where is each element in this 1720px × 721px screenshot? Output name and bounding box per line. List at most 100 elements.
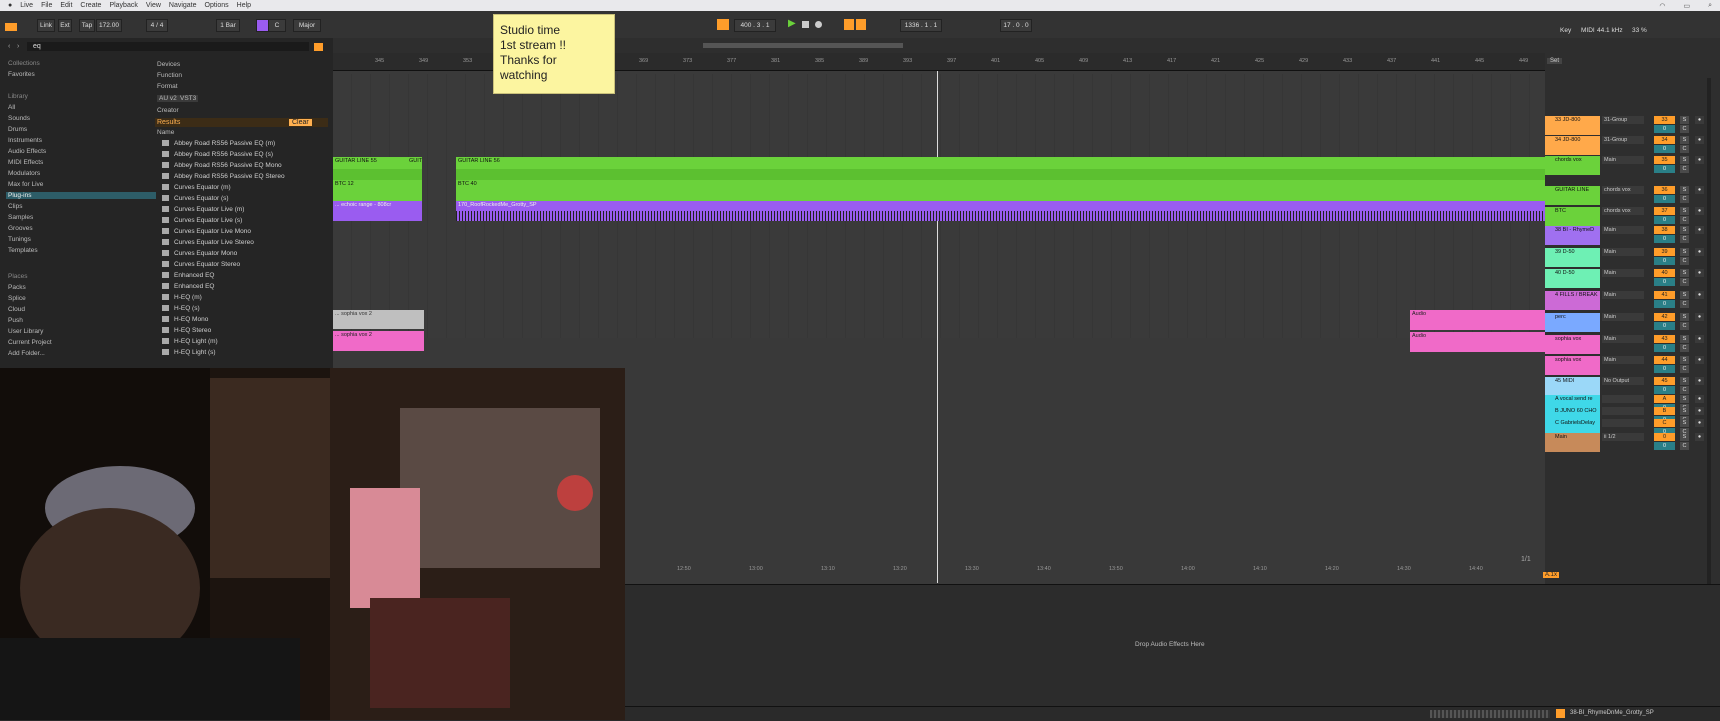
track-header[interactable]: GUITAR LINE — [1545, 186, 1600, 205]
back-arrow-icon[interactable]: ‹ — [8, 43, 10, 50]
browser-filter-toggle[interactable] — [314, 43, 323, 51]
key-map-label[interactable]: Key — [1560, 27, 1571, 34]
track-header[interactable]: sophia vox — [1545, 335, 1600, 354]
arm-record-icon[interactable]: ● — [1695, 407, 1704, 415]
result-item[interactable]: Curves Equator (s) — [162, 195, 229, 202]
track-header[interactable]: 33 JD-800 — [1545, 116, 1600, 135]
track-activator[interactable]: 33 — [1654, 116, 1675, 124]
scale-select[interactable]: Major — [293, 19, 321, 32]
solo-button[interactable]: S — [1680, 377, 1689, 385]
output-routing-select[interactable]: 31-Group — [1602, 116, 1644, 124]
track-header[interactable]: chords vox — [1545, 156, 1600, 175]
clip-sophia-vox-1[interactable]: ... sophia vox 2 — [333, 310, 424, 329]
track-activator[interactable]: A — [1654, 395, 1675, 403]
output-routing-select[interactable]: ii 1/2 — [1602, 433, 1644, 441]
pan-center[interactable]: C — [1680, 195, 1689, 203]
result-item[interactable]: Abbey Road RS56 Passive EQ (s) — [162, 151, 273, 158]
solo-button[interactable]: S — [1680, 186, 1689, 194]
track-activator[interactable]: 43 — [1654, 335, 1675, 343]
mini-overview[interactable] — [1430, 710, 1550, 718]
library-item[interactable]: All — [8, 104, 15, 111]
pan-center[interactable]: C — [1680, 278, 1689, 286]
solo-button[interactable]: S — [1680, 313, 1689, 321]
places-item[interactable]: Current Project — [8, 339, 52, 346]
result-item[interactable]: H-EQ Mono — [162, 316, 208, 323]
pan-center[interactable]: C — [1680, 216, 1689, 224]
result-item[interactable]: Curves Equator Mono — [162, 250, 237, 257]
volume-field[interactable]: 0 — [1654, 365, 1675, 373]
output-routing-select[interactable] — [1602, 419, 1644, 427]
track-activator[interactable]: 40 — [1654, 269, 1675, 277]
arm-record-icon[interactable]: ● — [1695, 377, 1704, 385]
track-activator[interactable]: 36 — [1654, 186, 1675, 194]
arm-record-icon[interactable]: ● — [1695, 356, 1704, 364]
result-item[interactable]: Abbey Road RS56 Passive EQ Mono — [162, 162, 282, 169]
arm-record-icon[interactable]: ● — [1695, 269, 1704, 277]
pan-center[interactable]: C — [1680, 257, 1689, 265]
clear-button[interactable]: Clear — [289, 119, 312, 126]
result-item[interactable]: Abbey Road RS56 Passive EQ Stereo — [162, 173, 285, 180]
places-item[interactable]: User Library — [8, 328, 43, 335]
forward-arrow-icon[interactable]: › — [17, 43, 19, 50]
clip-indicator-icon[interactable] — [1556, 709, 1565, 718]
result-item[interactable]: Curves Equator Live (m) — [162, 206, 244, 213]
solo-button[interactable]: S — [1680, 116, 1689, 124]
library-item[interactable]: Clips — [8, 203, 22, 210]
collection-favorites[interactable]: Favorites — [8, 71, 35, 78]
battery-icon[interactable]: ▭ — [1683, 2, 1690, 10]
midi-map-label[interactable]: MIDI — [1581, 27, 1595, 34]
result-item[interactable]: H-EQ (s) — [162, 305, 200, 312]
track-activator[interactable]: 35 — [1654, 156, 1675, 164]
loop-start-field[interactable]: 1336 . 1 . 1 — [900, 19, 942, 32]
menu-playback[interactable]: Playback — [109, 2, 137, 9]
filter-devices[interactable]: Devices — [157, 61, 180, 68]
ext-button[interactable]: Ext — [58, 19, 72, 32]
output-routing-select[interactable]: Main — [1602, 335, 1644, 343]
track-header[interactable]: 38 BI - RhymeD — [1545, 226, 1600, 245]
library-item[interactable]: Audio Effects — [8, 148, 46, 155]
output-routing-select[interactable]: chords vox — [1602, 207, 1644, 215]
pan-center[interactable]: C — [1680, 386, 1689, 394]
result-item[interactable]: Enhanced EQ — [162, 283, 214, 290]
browser-search-input[interactable]: eq — [27, 42, 309, 51]
track-activator[interactable]: 44 — [1654, 356, 1675, 364]
output-routing-select[interactable] — [1602, 407, 1644, 415]
filter-function[interactable]: Function — [157, 72, 182, 79]
places-item[interactable]: Packs — [8, 284, 26, 291]
solo-button[interactable]: S — [1680, 419, 1689, 427]
pan-center[interactable]: C — [1680, 322, 1689, 330]
arm-record-icon[interactable]: ● — [1695, 335, 1704, 343]
filter-format[interactable]: Format — [157, 83, 178, 90]
solo-button[interactable]: S — [1680, 407, 1689, 415]
library-item[interactable]: MIDI Effects — [8, 159, 43, 166]
result-item[interactable]: Curves Equator Live Stereo — [162, 239, 254, 246]
clip-guitar-line-c[interactable]: GUITAR LINE 56 — [456, 157, 1545, 169]
play-icon[interactable]: ▶ — [788, 18, 796, 29]
arm-record-icon[interactable]: ● — [1695, 313, 1704, 321]
arm-record-icon[interactable]: ● — [1695, 226, 1704, 234]
menu-create[interactable]: Create — [80, 2, 101, 9]
solo-button[interactable]: S — [1680, 433, 1689, 441]
device-view[interactable]: Drop Audio Effects Here — [625, 584, 1720, 707]
library-item[interactable]: Instruments — [8, 137, 42, 144]
volume-field[interactable]: 0 — [1654, 344, 1675, 352]
menu-navigate[interactable]: Navigate — [169, 2, 197, 9]
loop-length-field[interactable]: 17 . 0 . 0 — [1000, 19, 1032, 32]
arm-record-icon[interactable]: ● — [1695, 419, 1704, 427]
solo-button[interactable]: S — [1680, 356, 1689, 364]
output-routing-select[interactable]: No Output — [1602, 377, 1644, 385]
volume-field[interactable]: 0 — [1654, 195, 1675, 203]
clip-audio-2[interactable]: Audio — [1410, 332, 1545, 352]
arm-record-icon[interactable]: ● — [1695, 395, 1704, 403]
wifi-icon[interactable]: ◠ — [1659, 2, 1665, 10]
output-routing-select[interactable]: Main — [1602, 269, 1644, 277]
track-header[interactable]: 40 D-50 — [1545, 269, 1600, 288]
arm-record-icon[interactable]: ● — [1695, 433, 1704, 441]
midi-notes-drums[interactable] — [456, 211, 1545, 221]
set-button[interactable]: Set — [1547, 58, 1563, 64]
clip-btc-b[interactable]: BTC 40 — [456, 180, 1545, 201]
volume-field[interactable]: 0 — [1654, 257, 1675, 265]
menu-file[interactable]: File — [41, 2, 52, 9]
pan-center[interactable]: C — [1680, 165, 1689, 173]
filter-creator[interactable]: Creator — [157, 107, 179, 114]
